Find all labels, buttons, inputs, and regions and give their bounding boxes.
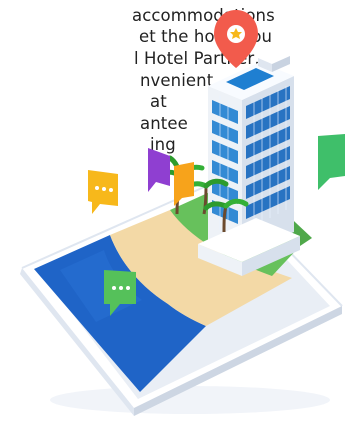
- chat-bubble-icon-yellow: [88, 170, 118, 214]
- map-pin-icon: [214, 10, 258, 68]
- chat-bubble-icon-purple: [148, 148, 170, 192]
- hotel-isometric-illustration: [20, 10, 345, 416]
- hotel-partner-panel: accommodations et the hotel you l Hotel …: [0, 0, 345, 421]
- hotel-building: [198, 50, 300, 276]
- chat-bubble-icon-teal: [318, 134, 345, 190]
- illustration-shadow: [50, 386, 330, 414]
